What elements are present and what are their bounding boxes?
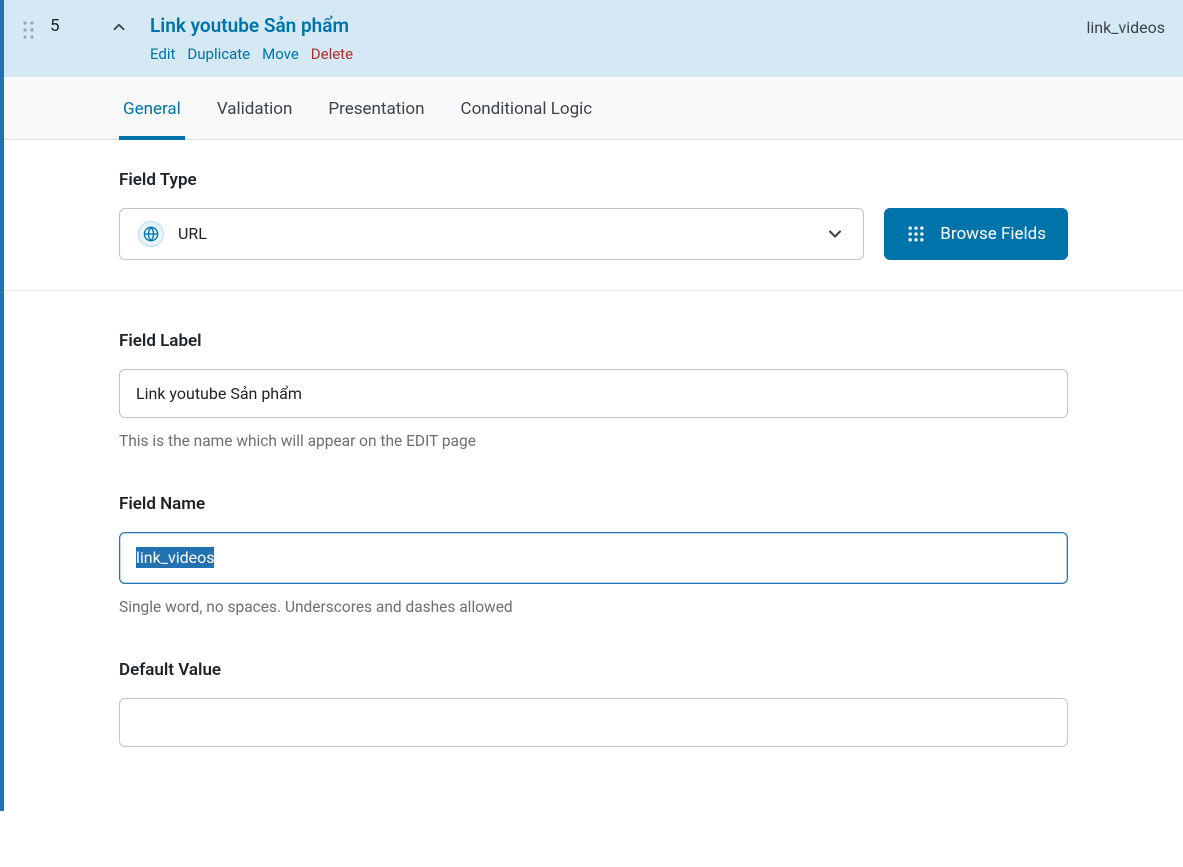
field-title[interactable]: Link youtube Sản phẩm	[150, 14, 1073, 39]
field-name-heading: Field Name	[119, 494, 1068, 514]
field-name-desc: Single word, no spaces. Underscores and …	[119, 598, 1068, 616]
collapse-toggle[interactable]	[80, 14, 128, 36]
default-value-heading: Default Value	[119, 660, 1068, 680]
browse-fields-button[interactable]: Browse Fields	[884, 208, 1068, 260]
tab-general[interactable]: General	[119, 77, 185, 139]
field-label-desc: This is the name which will appear on th…	[119, 432, 1068, 450]
tab-validation[interactable]: Validation	[213, 77, 297, 139]
field-label-input[interactable]	[119, 369, 1068, 418]
field-key: link_videos	[1087, 14, 1165, 37]
globe-icon	[138, 221, 164, 247]
field-type-value: URL	[178, 224, 207, 243]
move-link[interactable]: Move	[262, 45, 299, 63]
field-type-select[interactable]: URL	[119, 208, 864, 260]
browse-fields-label: Browse Fields	[940, 224, 1046, 244]
field-name-input[interactable]: link_videos	[119, 532, 1068, 584]
field-label-heading: Field Label	[119, 331, 1068, 351]
edit-link[interactable]: Edit	[150, 45, 175, 63]
duplicate-link[interactable]: Duplicate	[187, 45, 250, 63]
tabs-nav: General Validation Presentation Conditio…	[119, 77, 1183, 139]
tab-conditional-logic[interactable]: Conditional Logic	[457, 77, 597, 139]
delete-link[interactable]: Delete	[311, 45, 353, 63]
drag-handle-icon[interactable]	[22, 14, 36, 40]
field-order-number: 5	[50, 14, 66, 36]
field-header: 5 Link youtube Sản phẩm Edit Duplicate M…	[4, 0, 1183, 77]
chevron-down-icon	[825, 224, 845, 244]
field-type-label: Field Type	[119, 170, 1068, 190]
tab-presentation[interactable]: Presentation	[324, 77, 428, 139]
field-name-value: link_videos	[136, 547, 214, 568]
field-row-actions: Edit Duplicate Move Delete	[150, 45, 1073, 63]
grid-icon	[906, 224, 926, 244]
default-value-input[interactable]	[119, 698, 1068, 747]
